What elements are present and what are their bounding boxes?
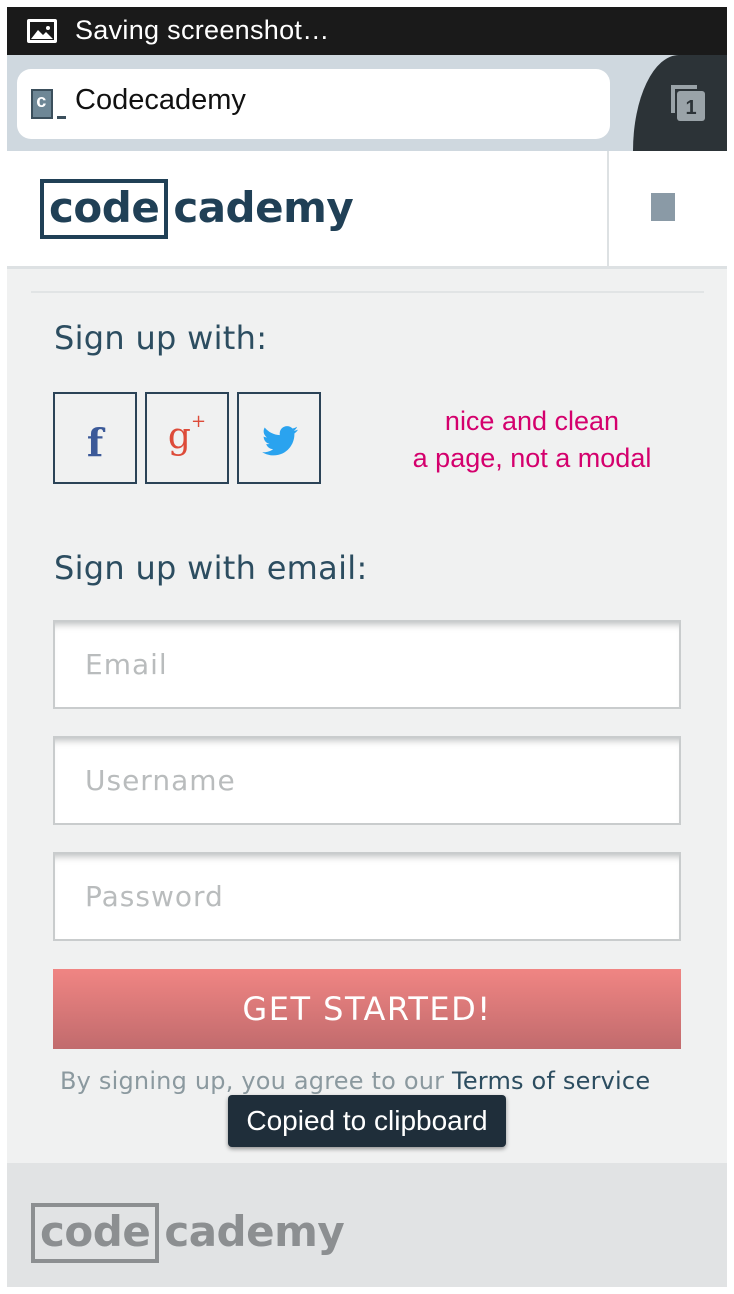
twitter-signup-button[interactable] <box>237 392 321 484</box>
social-signup-heading: Sign up with: <box>54 319 268 357</box>
terms-prefix: By signing up, you agree to our <box>60 1067 453 1095</box>
google-plus-icon: g+ <box>167 411 207 457</box>
google-plus-signup-button[interactable]: g+ <box>145 392 229 484</box>
email-field[interactable]: Email <box>53 620 681 709</box>
browser-bar: c Codecademy 1 <box>7 55 727 151</box>
menu-icon[interactable] <box>651 193 675 221</box>
site-header: code cademy <box>7 151 727 269</box>
url-bar[interactable]: c Codecademy <box>17 69 610 139</box>
status-text: Saving screenshot… <box>75 15 330 45</box>
tab-count: 1 <box>685 97 696 119</box>
annotation-line-1: nice and clean <box>444 406 620 436</box>
footer-logo-box-text: code <box>31 1203 160 1263</box>
status-bar: Saving screenshot… <box>7 7 727 55</box>
footer-logo[interactable]: code cademy <box>31 1203 345 1263</box>
logo-rest-text: cademy <box>173 183 354 232</box>
header-divider <box>607 151 609 269</box>
favicon-icon: c <box>31 89 53 119</box>
password-field[interactable]: Password <box>53 852 681 941</box>
email-signup-heading: Sign up with email: <box>54 549 368 587</box>
logo-box-text: code <box>40 179 169 239</box>
annotation-line-2: a page, not a modal <box>412 443 652 473</box>
content-divider <box>31 291 704 293</box>
codecademy-logo[interactable]: code cademy <box>40 179 354 239</box>
twitter-icon <box>262 426 298 456</box>
favicon-underscore <box>57 116 66 119</box>
phone-screen: Saving screenshot… c Codecademy 1 code ca… <box>7 7 727 1287</box>
tab-title: Codecademy <box>75 84 246 116</box>
terms-of-service-link[interactable]: Terms of service <box>452 1067 650 1095</box>
annotation-note: nice and clean a page, not a modal <box>387 403 677 477</box>
image-icon <box>27 19 57 43</box>
facebook-icon: f <box>86 420 104 465</box>
username-field[interactable]: Username <box>53 736 681 825</box>
footer-logo-rest-text: cademy <box>164 1207 345 1256</box>
terms-notice: By signing up, you agree to our Terms of… <box>60 1067 650 1095</box>
toast-message: Copied to clipboard <box>228 1095 506 1147</box>
get-started-button[interactable]: GET STARTED! <box>53 969 681 1049</box>
tabs-icon[interactable]: 1 <box>667 83 707 123</box>
facebook-signup-button[interactable]: f <box>53 392 137 484</box>
site-footer: code cademy <box>7 1163 727 1287</box>
